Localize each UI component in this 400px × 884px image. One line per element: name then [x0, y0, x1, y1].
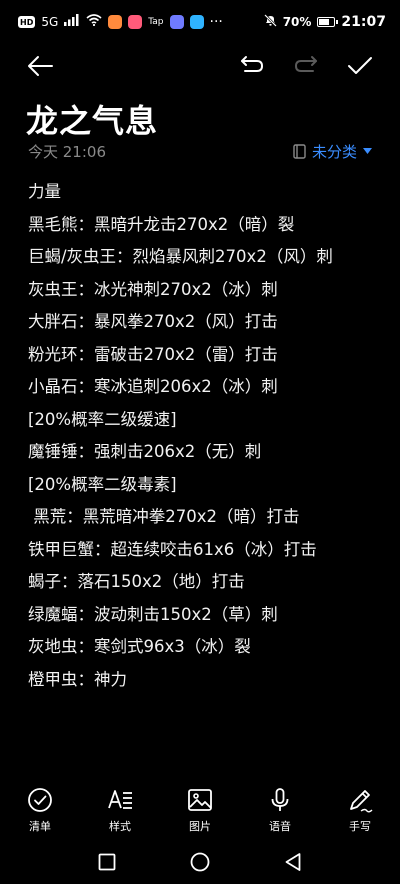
voice-button[interactable]: 语音 [250, 786, 310, 834]
app-notification-icon [108, 15, 123, 29]
redo-button[interactable] [292, 52, 320, 80]
note-line[interactable]: [20%概率二级毒素] [28, 469, 388, 502]
note-body[interactable]: 力量 黑毛熊：黑暗升龙击270x2（暗）裂 巨蝎/灰虫王：烈焰暴风刺270x2（风）… [28, 176, 388, 696]
mute-icon [263, 13, 277, 31]
note-line[interactable]: 巨蝎/灰虫王：烈焰暴风刺270x2（风）刺 [28, 241, 388, 274]
undo-button[interactable] [238, 52, 266, 80]
app-notification-icon [128, 15, 143, 29]
note-meta: 今天 21:06 未分类 [28, 140, 372, 162]
note-line[interactable]: 大胖石：暴风拳270x2（风）打击 [28, 306, 388, 339]
home-button[interactable] [185, 847, 215, 877]
checklist-icon [26, 786, 54, 814]
status-left: HD 5G Tap ··· [18, 14, 223, 30]
tap-badge: Tap [148, 17, 164, 27]
note-title[interactable]: 龙之气息 [26, 96, 158, 142]
app-notification-icon [169, 15, 184, 29]
back-nav-button[interactable] [278, 847, 308, 877]
category-selector[interactable]: 未分类 [293, 141, 372, 162]
back-arrow-icon [28, 56, 53, 76]
checklist-label: 清单 [29, 820, 51, 833]
note-line[interactable]: 力量 [28, 176, 388, 209]
notebook-icon [293, 143, 306, 159]
status-right: 70% 21:07 [263, 13, 386, 31]
signal-icon [64, 14, 80, 30]
note-line[interactable]: 灰虫王：冰光神刺270x2（冰）刺 [28, 274, 388, 307]
note-line[interactable]: 绿魔蝠：波动刺击150x2（草）刺 [28, 599, 388, 632]
note-line[interactable]: 黑毛熊：黑暗升龙击270x2（暗）裂 [28, 209, 388, 242]
note-line[interactable]: 蝎子：落石150x2（地）打击 [28, 566, 388, 599]
square-icon [98, 853, 116, 871]
handwriting-label: 手写 [349, 820, 371, 833]
microphone-icon [266, 786, 294, 814]
caret-down-icon [363, 148, 372, 154]
note-line[interactable]: 黑荒：黑荒暗冲拳270x2（暗）打击 [28, 501, 388, 534]
clock: 21:07 [341, 14, 386, 30]
image-label: 图片 [189, 820, 211, 833]
triangle-back-icon [285, 853, 301, 871]
note-line[interactable]: 橙甲虫：神力 [28, 664, 388, 697]
confirm-button[interactable] [346, 52, 374, 80]
wifi-icon [86, 14, 102, 30]
note-line[interactable]: 灰地虫：寒剑式96x3（冰）裂 [28, 631, 388, 664]
image-button[interactable]: 图片 [170, 786, 230, 834]
handwriting-button[interactable]: 手写 [330, 786, 390, 834]
note-line[interactable]: 粉光环：雷破击270x2（雷）打击 [28, 339, 388, 372]
category-label: 未分类 [311, 142, 357, 161]
battery-icon [317, 17, 339, 27]
battery-percent: 70% [282, 15, 312, 29]
note-date: 今天 21:06 [28, 142, 106, 161]
note-line[interactable]: [20%概率二级缓速] [28, 404, 388, 437]
check-icon [348, 57, 372, 74]
undo-icon [241, 56, 264, 72]
image-icon [186, 786, 214, 814]
voice-label: 语音 [269, 820, 291, 833]
system-nav-bar [0, 840, 400, 884]
status-bar: HD 5G Tap ··· 70% 21:07 [0, 0, 400, 44]
style-label: 样式 [109, 820, 131, 833]
recents-button[interactable] [92, 847, 122, 877]
editor-bottom-toolbar: 清单 样式 图片 语音 手写 [0, 786, 400, 838]
hd-badge: HD [18, 16, 36, 28]
note-line[interactable]: 铁甲巨蟹：超连续咬击61x6（冰）打击 [28, 534, 388, 567]
back-button[interactable] [26, 52, 54, 80]
note-toolbar [0, 44, 400, 88]
network-badge: 5G [41, 15, 59, 29]
text-style-icon [106, 786, 134, 814]
note-line[interactable]: 小晶石：寒冰追刺206x2（冰）刺 [28, 371, 388, 404]
app-notification-icon [189, 15, 204, 29]
redo-icon [294, 56, 317, 72]
style-button[interactable]: 样式 [90, 786, 150, 834]
circle-icon [190, 852, 210, 872]
more-icon: ··· [209, 14, 223, 30]
pen-icon [346, 786, 374, 814]
checklist-button[interactable]: 清单 [10, 786, 70, 834]
note-line[interactable]: 魔锤锤：强刺击206x2（无）刺 [28, 436, 388, 469]
